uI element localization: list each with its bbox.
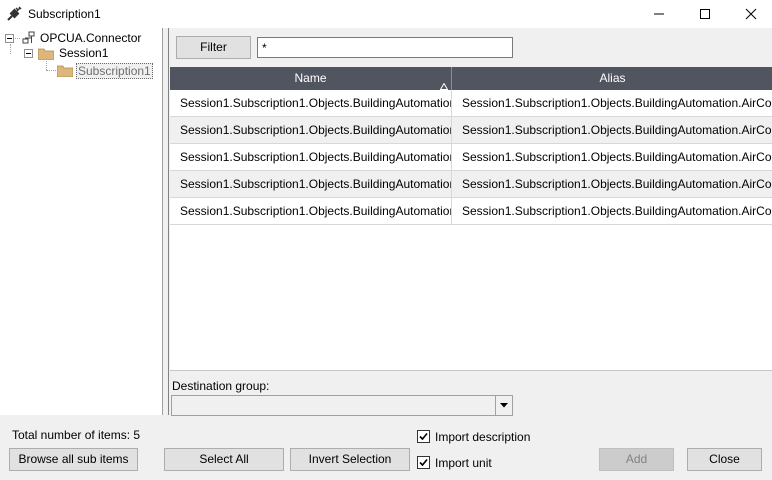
browse-all-sub-items-button[interactable]: Browse all sub items	[9, 448, 138, 471]
import-description-checkbox[interactable]	[417, 430, 430, 443]
minimize-icon	[654, 13, 664, 15]
import-description-label[interactable]: Import description	[435, 430, 530, 444]
tree-node-root[interactable]: OPCUA.Connector	[40, 31, 141, 45]
tree-node-subscription[interactable]: Subscription1	[76, 63, 153, 79]
cell-name: Session1.Subscription1.Objects.BuildingA…	[170, 117, 452, 143]
cell-name: Session1.Subscription1.Objects.BuildingA…	[170, 144, 452, 170]
folder-icon	[37, 48, 55, 61]
chevron-down-icon	[500, 403, 508, 408]
items-grid[interactable]: Name Alias Session1.Subscription1.Object…	[170, 67, 772, 371]
column-header-name-label: Name	[294, 71, 327, 85]
cell-name: Session1.Subscription1.Objects.BuildingA…	[170, 171, 452, 197]
plug-icon	[6, 6, 22, 22]
column-header-alias-label: Alias	[599, 71, 626, 85]
destination-group-label: Destination group:	[172, 379, 270, 393]
add-button[interactable]: Add	[599, 448, 674, 471]
table-row[interactable]: Session1.Subscription1.Objects.BuildingA…	[170, 198, 772, 225]
cell-name: Session1.Subscription1.Objects.BuildingA…	[170, 198, 452, 224]
import-unit-checkbox[interactable]	[417, 456, 430, 469]
maximize-button[interactable]	[682, 0, 728, 28]
close-icon	[745, 8, 757, 20]
title-bar: Subscription1	[0, 0, 772, 28]
select-all-button[interactable]: Select All	[164, 448, 284, 471]
dropdown-button[interactable]	[495, 396, 512, 415]
close-button[interactable]: Close	[687, 448, 762, 471]
destination-group-select[interactable]	[171, 395, 513, 416]
invert-selection-button[interactable]: Invert Selection	[290, 448, 410, 471]
tree-view[interactable]: OPCUA.Connector Session1 Subscription1	[0, 28, 163, 415]
minimize-button[interactable]	[636, 0, 682, 28]
total-items-label: Total number of items: 5	[12, 428, 141, 442]
tree-connector	[46, 70, 56, 71]
collapse-root-icon[interactable]	[5, 34, 14, 43]
checkmark-icon	[419, 458, 428, 467]
maximize-icon	[700, 9, 710, 19]
window-title: Subscription1	[28, 7, 101, 21]
close-window-button[interactable]	[728, 0, 772, 28]
grid-header: Name Alias	[170, 67, 772, 90]
table-row[interactable]: Session1.Subscription1.Objects.BuildingA…	[170, 171, 772, 198]
column-header-name[interactable]: Name	[170, 67, 452, 90]
filter-button[interactable]: Filter	[176, 36, 251, 59]
collapse-session-icon[interactable]	[24, 49, 33, 58]
cell-name: Session1.Subscription1.Objects.BuildingA…	[170, 90, 452, 116]
table-row[interactable]: Session1.Subscription1.Objects.BuildingA…	[170, 90, 772, 117]
cell-alias: Session1.Subscription1.Objects.BuildingA…	[462, 96, 772, 110]
cell-alias: Session1.Subscription1.Objects.BuildingA…	[462, 204, 772, 218]
column-header-alias[interactable]: Alias	[453, 67, 772, 90]
tree-node-session[interactable]: Session1	[59, 46, 108, 60]
table-row[interactable]: Session1.Subscription1.Objects.BuildingA…	[170, 117, 772, 144]
network-tree-icon	[20, 31, 36, 48]
folder-icon	[56, 65, 74, 78]
cell-alias: Session1.Subscription1.Objects.BuildingA…	[462, 177, 772, 191]
table-row[interactable]: Session1.Subscription1.Objects.BuildingA…	[170, 144, 772, 171]
cell-alias: Session1.Subscription1.Objects.BuildingA…	[462, 150, 772, 164]
import-unit-label[interactable]: Import unit	[435, 456, 492, 470]
checkmark-icon	[419, 432, 428, 441]
filter-input[interactable]	[257, 37, 513, 58]
tree-connector	[10, 44, 11, 54]
tree-connector	[46, 61, 47, 70]
splitter[interactable]	[163, 28, 169, 415]
cell-alias: Session1.Subscription1.Objects.BuildingA…	[462, 123, 772, 137]
